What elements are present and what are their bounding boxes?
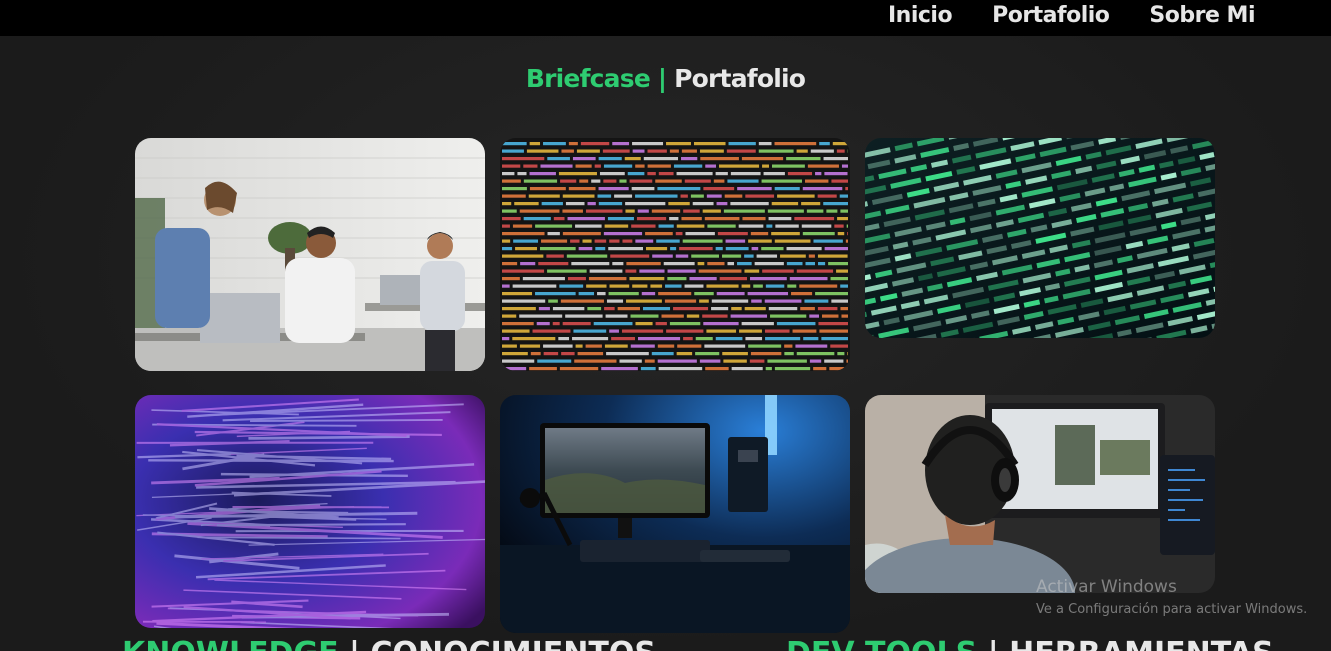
top-navbar: Inicio Portafolio Sobre Mi bbox=[0, 0, 1331, 36]
portfolio-image-office-team[interactable] bbox=[135, 138, 485, 371]
nav-link-sobre-mi[interactable]: Sobre Mi bbox=[1149, 2, 1255, 30]
portfolio-title-separator: | bbox=[649, 64, 675, 93]
knowledge-heading-separator: | bbox=[339, 636, 371, 651]
portfolio-title: Briefcase | Portafolio bbox=[0, 64, 1331, 93]
portfolio-image-purple-code[interactable] bbox=[135, 395, 485, 628]
watermark-title: Activar Windows bbox=[1036, 577, 1177, 597]
knowledge-heading-en: KNOWLEDGE bbox=[122, 636, 339, 651]
portfolio-image-source-code[interactable] bbox=[500, 138, 850, 371]
nav-link-portafolio[interactable]: Portafolio bbox=[992, 2, 1110, 30]
portfolio-image-headphones-coder[interactable] bbox=[865, 395, 1215, 593]
portfolio-image-matrix-numbers[interactable] bbox=[865, 138, 1215, 338]
main-nav: Inicio Portafolio Sobre Mi bbox=[888, 2, 1256, 30]
dev-tools-heading-es: HERRAMIENTAS bbox=[1009, 636, 1274, 651]
portfolio-title-es: Portafolio bbox=[674, 64, 806, 93]
section-headings: KNOWLEDGE | CONOCIMIENTOS DEV TOOLS | HE… bbox=[0, 636, 1331, 651]
dev-tools-heading-separator: | bbox=[977, 636, 1009, 651]
knowledge-heading-es: CONOCIMIENTOS bbox=[370, 636, 656, 651]
dev-tools-heading: DEV TOOLS | HERRAMIENTAS bbox=[786, 636, 1274, 651]
portfolio-title-en: Briefcase bbox=[525, 64, 651, 93]
dev-tools-heading-en: DEV TOOLS bbox=[786, 636, 977, 651]
portfolio-image-desk-setup[interactable] bbox=[500, 395, 850, 633]
knowledge-heading: KNOWLEDGE | CONOCIMIENTOS bbox=[122, 636, 656, 651]
watermark-subtitle: Ve a Configuración para activar Windows. bbox=[1036, 602, 1308, 617]
nav-link-inicio[interactable]: Inicio bbox=[888, 2, 953, 30]
windows-activation-watermark: Activar Windows Ve a Configuración para … bbox=[1036, 576, 1307, 620]
